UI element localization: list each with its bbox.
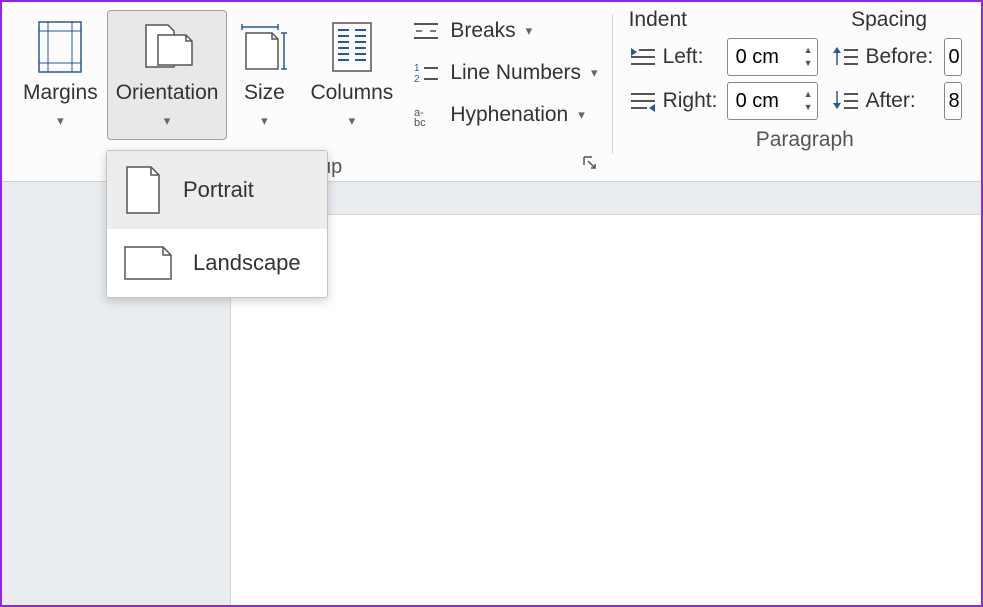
chevron-down-icon: ▾ (164, 113, 171, 129)
chevron-down-icon: ▾ (526, 23, 533, 39)
breaks-label: Breaks (450, 19, 515, 43)
orientation-landscape-item[interactable]: Landscape (107, 229, 327, 297)
spinner-arrows[interactable]: ▲▼ (800, 90, 817, 112)
indent-right-spinner[interactable]: ▲▼ (727, 82, 818, 120)
indent-right-icon (629, 89, 657, 113)
spacing-after-spinner[interactable]: 8 (944, 82, 962, 120)
portrait-label: Portrait (183, 177, 254, 203)
orientation-dropdown: Portrait Landscape (106, 150, 328, 298)
spacing-after-label: After: (866, 89, 938, 113)
chevron-down-icon: ▾ (591, 65, 598, 81)
chevron-down-icon: ▾ (57, 113, 64, 129)
landscape-label: Landscape (193, 250, 301, 276)
margins-icon (38, 21, 82, 73)
spacing-before-spinner[interactable]: 0 (944, 38, 962, 76)
breaks-icon (412, 20, 440, 42)
indent-right-label: Right: (663, 89, 721, 113)
spacing-heading: Spacing (851, 8, 927, 32)
line-numbers-icon: 1 2 (412, 62, 440, 84)
landscape-icon (123, 243, 173, 283)
spacing-before-label: Before: (866, 45, 938, 69)
group-separator (612, 14, 613, 154)
size-icon (238, 21, 290, 73)
paragraph-group-label: Paragraph (629, 120, 981, 152)
chevron-down-icon: ▾ (578, 107, 585, 123)
orientation-portrait-item[interactable]: Portrait (107, 151, 327, 229)
svg-text:1: 1 (414, 63, 420, 74)
hyphenation-button[interactable]: a- bc Hyphenation ▾ (406, 94, 603, 136)
document-page[interactable] (230, 214, 981, 605)
line-numbers-label: Line Numbers (450, 61, 581, 85)
indent-left-icon (629, 45, 657, 69)
size-label: Size (244, 81, 285, 105)
indent-left-input[interactable] (728, 46, 800, 69)
chevron-down-icon: ▾ (349, 113, 356, 129)
columns-icon (332, 22, 372, 72)
indent-right-input[interactable] (728, 90, 800, 113)
indent-heading: Indent (629, 8, 687, 32)
spacing-before-value: 0 (949, 46, 960, 69)
indent-left-label: Left: (663, 45, 721, 69)
line-numbers-button[interactable]: 1 2 Line Numbers ▾ (406, 52, 603, 94)
breaks-button[interactable]: Breaks ▾ (406, 10, 603, 52)
columns-label: Columns (310, 81, 393, 105)
hyphenation-icon: a- bc (412, 104, 440, 126)
portrait-icon (123, 165, 163, 215)
svg-text:bc: bc (414, 117, 426, 126)
hyphenation-label: Hyphenation (450, 103, 568, 127)
margins-label: Margins (23, 81, 98, 105)
orientation-button[interactable]: Orientation ▾ (107, 10, 228, 140)
indent-left-spinner[interactable]: ▲▼ (727, 38, 818, 76)
margins-button[interactable]: Margins ▾ (14, 10, 107, 140)
orientation-icon (140, 21, 194, 73)
dialog-launcher-icon (582, 155, 598, 171)
spinner-arrows[interactable]: ▲▼ (800, 46, 817, 68)
group-paragraph: Indent Spacing Left: ▲▼ (617, 2, 981, 181)
page-setup-dialog-launcher[interactable] (582, 155, 598, 171)
spacing-after-value: 8 (949, 90, 960, 113)
spacing-before-icon (832, 45, 860, 69)
chevron-down-icon: ▾ (261, 113, 268, 129)
size-button[interactable]: Size ▾ (227, 10, 301, 140)
spacing-after-icon (832, 89, 860, 113)
columns-button[interactable]: Columns ▾ (301, 10, 402, 140)
svg-text:2: 2 (414, 74, 420, 84)
orientation-label: Orientation (116, 81, 219, 105)
